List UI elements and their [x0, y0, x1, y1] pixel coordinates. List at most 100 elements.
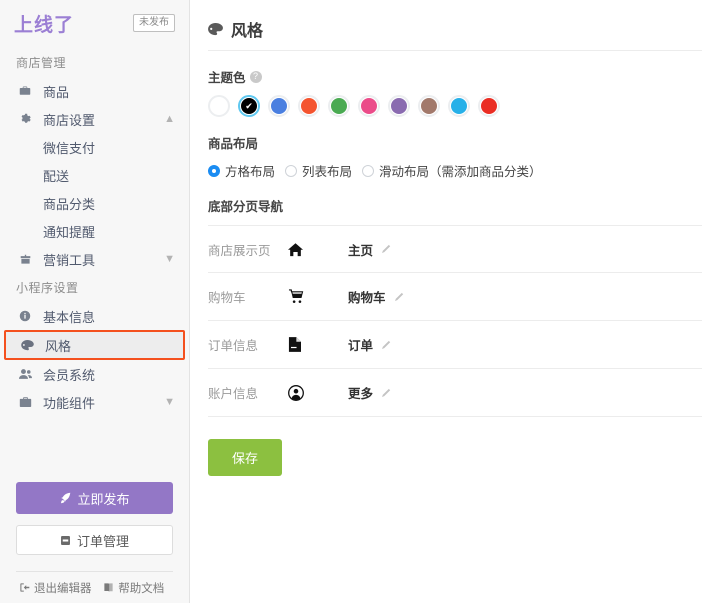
cart-icon[interactable] — [288, 289, 348, 304]
sidebar: 上线了 未发布 商店管理 商品 商店设置 ▲ 微信支付 配送 商品分类 通知提醒… — [0, 0, 190, 603]
chevron-down-icon[interactable]: ▼ — [164, 396, 175, 408]
avatar-icon[interactable] — [288, 384, 348, 401]
sidebar-header: 上线了 未发布 — [0, 0, 189, 46]
sidebar-footer: 立即发布 订单管理 退出编辑器 帮助文档 — [0, 482, 189, 603]
theme-color-swatches: ✔ — [208, 95, 702, 117]
sidebar-item-products[interactable]: 商品 — [0, 77, 189, 105]
page-header: 风格 — [190, 0, 720, 44]
sidebar-item-product-category[interactable]: 商品分类 — [0, 189, 189, 217]
nav-row-name: 商店展示页 — [208, 243, 271, 258]
exit-icon — [19, 582, 30, 593]
header-divider — [208, 50, 702, 51]
doc-icon[interactable] — [288, 337, 348, 352]
pencil-icon[interactable] — [381, 340, 391, 350]
sidebar-item-delivery[interactable]: 配送 — [0, 161, 189, 189]
sidebar-item-function-components[interactable]: 功能组件 ▼ — [0, 388, 189, 416]
pencil-icon[interactable] — [381, 388, 391, 398]
status-badge[interactable]: 未发布 — [133, 14, 175, 32]
sidebar-nav: 商店管理 商品 商店设置 ▲ 微信支付 配送 商品分类 通知提醒 营销工具 ▼ … — [0, 46, 189, 482]
app-window: 上线了 未发布 商店管理 商品 商店设置 ▲ 微信支付 配送 商品分类 通知提醒… — [0, 0, 720, 603]
sidebar-footer-links: 退出编辑器 帮助文档 — [16, 571, 173, 603]
table-row: 商店展示页 主页 — [208, 225, 702, 273]
briefcase-icon — [16, 85, 34, 97]
nav-row-text-wrap: 主页 — [348, 240, 391, 259]
sidebar-item-label: 通知提醒 — [43, 224, 96, 240]
radio-dot-icon — [208, 164, 220, 177]
sidebar-item-label: 配送 — [43, 168, 70, 184]
radio-dot-icon — [362, 164, 375, 177]
users-icon — [16, 368, 34, 380]
color-swatch-blue[interactable] — [268, 95, 290, 117]
radio-list-layout[interactable]: 列表布局 — [285, 161, 352, 180]
info-icon — [16, 310, 34, 322]
color-swatch-purple[interactable] — [388, 95, 410, 117]
home-icon[interactable] — [288, 242, 348, 257]
color-swatch-white[interactable] — [208, 95, 230, 117]
pencil-icon[interactable] — [394, 292, 404, 302]
table-row: 账户信息 更多 — [208, 369, 702, 417]
sidebar-item-wechat-pay[interactable]: 微信支付 — [0, 133, 189, 161]
publish-button-label: 立即发布 — [77, 491, 130, 507]
toolbox-icon — [16, 396, 34, 408]
sidebar-item-label: 商品分类 — [43, 196, 96, 212]
sidebar-item-label: 营销工具 — [43, 252, 96, 268]
orders-button-label: 订单管理 — [76, 533, 129, 549]
product-layout-label: 商品布局 — [208, 137, 259, 151]
nav-row-text-wrap: 购物车 — [348, 287, 404, 306]
sidebar-item-basic-info[interactable]: 基本信息 — [0, 302, 189, 330]
sidebar-item-label: 风格 — [45, 338, 72, 354]
nav-row-name: 订单信息 — [208, 339, 259, 353]
palette-icon — [208, 22, 223, 36]
table-row: 订单信息 订单 — [208, 321, 702, 369]
palette-icon — [18, 339, 36, 351]
sidebar-item-label: 基本信息 — [43, 309, 96, 325]
radio-slide-layout[interactable]: 滑动布局（需添加商品分类） — [362, 161, 542, 180]
sidebar-item-marketing-tools[interactable]: 营销工具 ▼ — [0, 245, 189, 273]
sidebar-item-store-settings[interactable]: 商店设置 ▲ — [0, 105, 189, 133]
theme-color-label: 主题色 — [208, 71, 246, 85]
theme-color-label-row: 主题色 ? — [208, 67, 702, 86]
radio-grid-layout[interactable]: 方格布局 — [208, 161, 275, 180]
chevron-down-icon[interactable]: ▼ — [164, 253, 175, 265]
product-layout-radios: 方格布局 列表布局 滑动布局（需添加商品分类） — [208, 161, 702, 180]
radio-label: 方格布局 — [225, 165, 276, 179]
radio-dot-icon — [285, 164, 298, 177]
chevron-up-icon[interactable]: ▲ — [164, 113, 175, 125]
sidebar-item-label: 微信支付 — [43, 140, 96, 156]
sidebar-item-label: 功能组件 — [43, 395, 96, 411]
color-swatch-cyan[interactable] — [448, 95, 470, 117]
color-swatch-pink[interactable] — [358, 95, 380, 117]
nav-row-text: 更多 — [348, 387, 374, 401]
nav-row-text-wrap: 订单 — [348, 335, 391, 354]
publish-button[interactable]: 立即发布 — [16, 482, 173, 514]
radio-label: 列表布局 — [302, 165, 353, 179]
gift-icon — [16, 254, 34, 265]
bottom-nav-label: 底部分页导航 — [208, 200, 284, 214]
main-content: 风格 主题色 ? ✔ 商品布局 方格布局 列表布局 滑动布局（需添加商品分类） … — [190, 0, 720, 603]
nav-row-text: 主页 — [348, 243, 374, 258]
theme-color-section: 主题色 ? ✔ — [190, 67, 720, 117]
page-title: 风格 — [231, 23, 264, 40]
gear-icon — [16, 113, 34, 125]
color-swatch-brown[interactable] — [418, 95, 440, 117]
help-doc-link[interactable]: 帮助文档 — [95, 580, 174, 596]
bottom-nav-table: 商店展示页 主页 购物车 购物车 订单信息 订单 账户信息 更多 — [208, 225, 702, 417]
sidebar-item-label: 会员系统 — [43, 367, 96, 383]
exit-editor-link[interactable]: 退出编辑器 — [16, 580, 95, 596]
sidebar-item-notifications[interactable]: 通知提醒 — [0, 217, 189, 245]
nav-row-text-wrap: 更多 — [348, 383, 391, 402]
orders-button[interactable]: 订单管理 — [16, 525, 173, 555]
nav-row-text: 订单 — [348, 339, 374, 353]
color-swatch-red[interactable] — [478, 95, 500, 117]
color-swatch-green[interactable] — [328, 95, 350, 117]
sidebar-item-label: 商品 — [43, 84, 70, 100]
sidebar-item-member-system[interactable]: 会员系统 — [0, 360, 189, 388]
color-swatch-black[interactable]: ✔ — [238, 95, 260, 117]
pencil-icon[interactable] — [381, 244, 391, 254]
sidebar-item-style[interactable]: 风格 — [4, 330, 185, 360]
sidebar-group-title-store: 商店管理 — [16, 56, 67, 70]
save-button[interactable]: 保存 — [208, 439, 283, 476]
color-swatch-orange[interactable] — [298, 95, 320, 117]
question-icon[interactable]: ? — [249, 70, 262, 83]
clipboard-icon — [60, 535, 71, 546]
